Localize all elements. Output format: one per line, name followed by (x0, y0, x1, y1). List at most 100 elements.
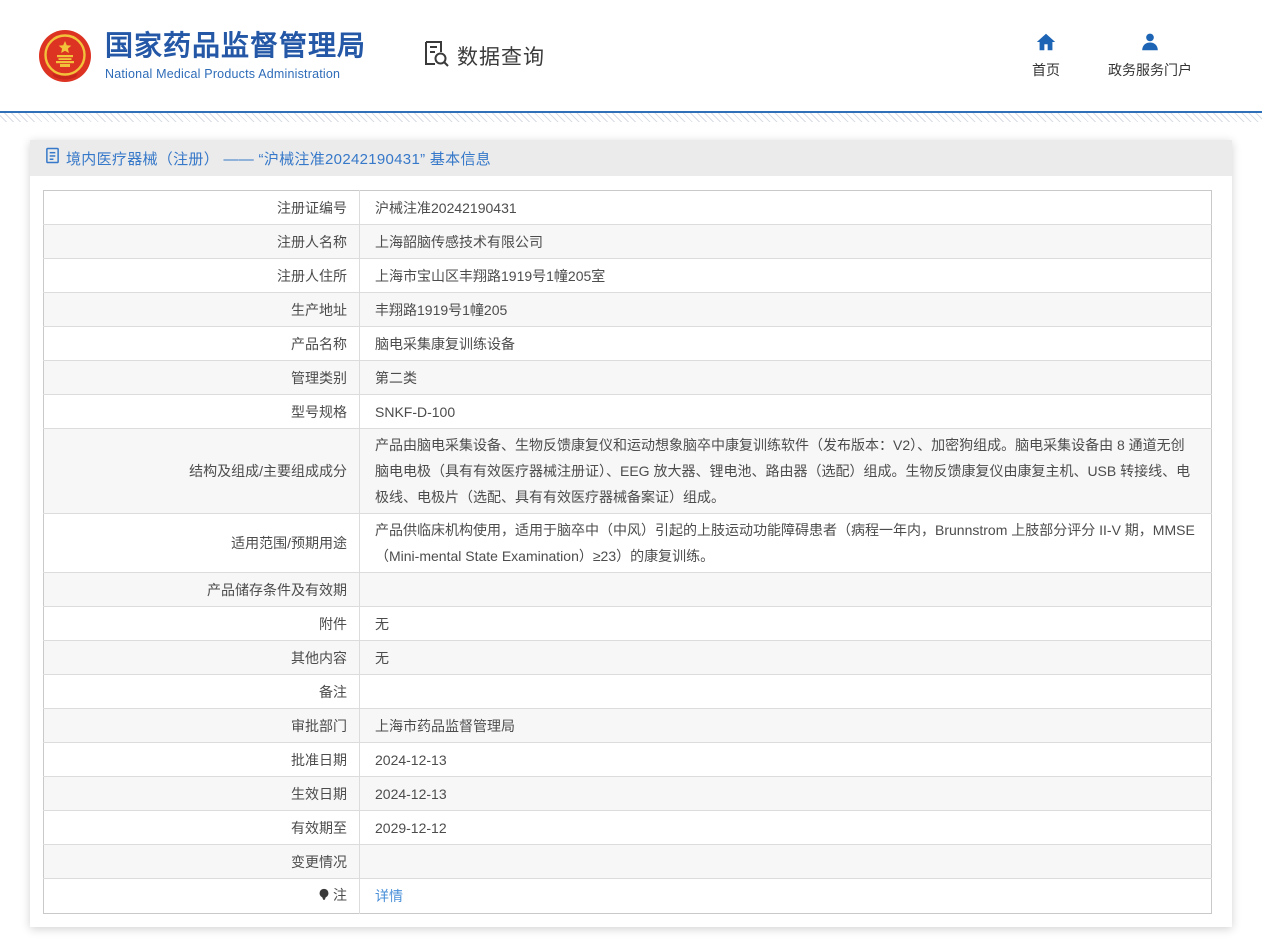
row-label-text: 产品名称 (291, 336, 347, 352)
bulb-icon (318, 884, 330, 910)
detail-panel: 境内医疗器械（注册） —— “沪械注准20242190431” 基本信息 注册证… (30, 140, 1232, 927)
row-label: 备注 (44, 675, 360, 709)
table-row: 有效期至2029-12-12 (44, 811, 1212, 845)
row-value: 沪械注准20242190431 (360, 191, 1212, 225)
top-nav: 首页 政务服务门户 (1032, 31, 1192, 80)
row-label-text: 其他内容 (291, 650, 347, 666)
row-label: 注册人住所 (44, 259, 360, 293)
site-subtitle: National Medical Products Administration (105, 67, 366, 81)
row-label: 产品储存条件及有效期 (44, 573, 360, 607)
row-value: 上海韶脑传感技术有限公司 (360, 225, 1212, 259)
row-label: 变更情况 (44, 845, 360, 879)
row-label-text: 产品储存条件及有效期 (207, 582, 347, 598)
table-row: 注册证编号沪械注准20242190431 (44, 191, 1212, 225)
row-label: 适用范围/预期用途 (44, 514, 360, 573)
row-value: 上海市药品监督管理局 (360, 709, 1212, 743)
row-label-text: 型号规格 (291, 404, 347, 420)
table-row: 变更情况 (44, 845, 1212, 879)
user-icon (1139, 31, 1161, 53)
nav-home[interactable]: 首页 (1032, 31, 1060, 80)
row-value: 无 (360, 607, 1212, 641)
row-value (360, 845, 1212, 879)
table-row: 附件无 (44, 607, 1212, 641)
table-row: 注 详情 (44, 879, 1212, 914)
data-query-label: 数据查询 (457, 41, 545, 71)
row-label-text: 注册证编号 (277, 200, 347, 216)
page-title: 境内医疗器械（注册） —— “沪械注准20242190431” 基本信息 (66, 148, 491, 169)
table-row: 产品名称脑电采集康复训练设备 (44, 327, 1212, 361)
table-row: 批准日期 2024-12-13 (44, 743, 1212, 777)
row-value: 产品供临床机构使用，适用于脑卒中（中风）引起的上肢运动功能障碍患者（病程一年内，… (360, 514, 1212, 573)
row-value (360, 573, 1212, 607)
table-row: 备注 (44, 675, 1212, 709)
row-label-text: 生产地址 (291, 302, 347, 318)
row-label-text: 附件 (319, 616, 347, 632)
row-label: 其他内容 (44, 641, 360, 675)
document-icon (45, 147, 60, 169)
nav-gov-portal-label: 政务服务门户 (1108, 60, 1192, 80)
row-label-text: 有效期至 (291, 820, 347, 836)
table-row: 审批部门上海市药品监督管理局 (44, 709, 1212, 743)
row-label-text: 注册人住所 (277, 268, 347, 284)
details-link[interactable]: 详情 (375, 888, 403, 904)
row-value: 产品由脑电采集设备、生物反馈康复仪和运动想象脑卒中康复训练软件（发布版本：V2）… (360, 429, 1212, 514)
table-row: 结构及组成/主要组成成分产品由脑电采集设备、生物反馈康复仪和运动想象脑卒中康复训… (44, 429, 1212, 514)
table-row: 型号规格 SNKF-D-100 (44, 395, 1212, 429)
brand-block: 国家药品监督管理局 National Medical Products Admi… (105, 30, 366, 80)
table-wrapper: 注册证编号沪械注准20242190431注册人名称上海韶脑传感技术有限公司注册人… (30, 176, 1232, 914)
table-row: 注册人名称上海韶脑传感技术有限公司 (44, 225, 1212, 259)
row-label: 产品名称 (44, 327, 360, 361)
breadcrumb: 境内医疗器械（注册） —— “沪械注准20242190431” 基本信息 (30, 140, 1232, 176)
site-title: 国家药品监督管理局 (105, 30, 366, 62)
row-value: 2024-12-13 (360, 777, 1212, 811)
row-label: 附件 (44, 607, 360, 641)
data-query-link[interactable]: 数据查询 (422, 39, 545, 72)
row-label-text: 适用范围/预期用途 (231, 535, 347, 551)
table-row: 生产地址丰翔路1919号1幢205 (44, 293, 1212, 327)
row-value: 脑电采集康复训练设备 (360, 327, 1212, 361)
row-label-text: 管理类别 (291, 370, 347, 386)
row-value: 2024-12-13 (360, 743, 1212, 777)
row-label: 生产地址 (44, 293, 360, 327)
row-label-text: 注 (333, 887, 347, 903)
row-label-text: 生效日期 (291, 786, 347, 802)
table-row: 其他内容无 (44, 641, 1212, 675)
row-label: 注 (44, 879, 360, 914)
row-label-text: 注册人名称 (277, 234, 347, 250)
info-table: 注册证编号沪械注准20242190431注册人名称上海韶脑传感技术有限公司注册人… (43, 190, 1212, 914)
row-value: 上海市宝山区丰翔路1919号1幢205室 (360, 259, 1212, 293)
row-value: 详情 (360, 879, 1212, 914)
table-row: 产品储存条件及有效期 (44, 573, 1212, 607)
row-label-text: 审批部门 (291, 718, 347, 734)
table-row: 管理类别第二类 (44, 361, 1212, 395)
table-row: 适用范围/预期用途产品供临床机构使用，适用于脑卒中（中风）引起的上肢运动功能障碍… (44, 514, 1212, 573)
row-label: 型号规格 (44, 395, 360, 429)
table-row: 生效日期 2024-12-13 (44, 777, 1212, 811)
row-label: 结构及组成/主要组成成分 (44, 429, 360, 514)
row-label: 批准日期 (44, 743, 360, 777)
row-value (360, 675, 1212, 709)
row-label-text: 批准日期 (291, 752, 347, 768)
header-divider (0, 111, 1262, 122)
row-label-text: 结构及组成/主要组成成分 (189, 463, 347, 479)
home-icon (1035, 31, 1057, 53)
row-label: 注册人名称 (44, 225, 360, 259)
site-header: 国家药品监督管理局 National Medical Products Admi… (0, 0, 1262, 111)
row-label: 注册证编号 (44, 191, 360, 225)
row-value: 丰翔路1919号1幢205 (360, 293, 1212, 327)
row-label: 生效日期 (44, 777, 360, 811)
table-row: 注册人住所上海市宝山区丰翔路1919号1幢205室 (44, 259, 1212, 293)
row-label: 管理类别 (44, 361, 360, 395)
row-label: 审批部门 (44, 709, 360, 743)
row-value: 第二类 (360, 361, 1212, 395)
row-label: 有效期至 (44, 811, 360, 845)
row-label-text: 备注 (319, 684, 347, 700)
row-label-text: 变更情况 (291, 854, 347, 870)
main-content: 境内医疗器械（注册） —— “沪械注准20242190431” 基本信息 注册证… (0, 122, 1262, 948)
doc-search-icon (422, 39, 450, 72)
nav-gov-portal[interactable]: 政务服务门户 (1108, 31, 1192, 80)
nav-home-label: 首页 (1032, 60, 1060, 80)
row-value: SNKF-D-100 (360, 395, 1212, 429)
nmpa-emblem-logo[interactable] (38, 29, 92, 83)
row-value: 无 (360, 641, 1212, 675)
